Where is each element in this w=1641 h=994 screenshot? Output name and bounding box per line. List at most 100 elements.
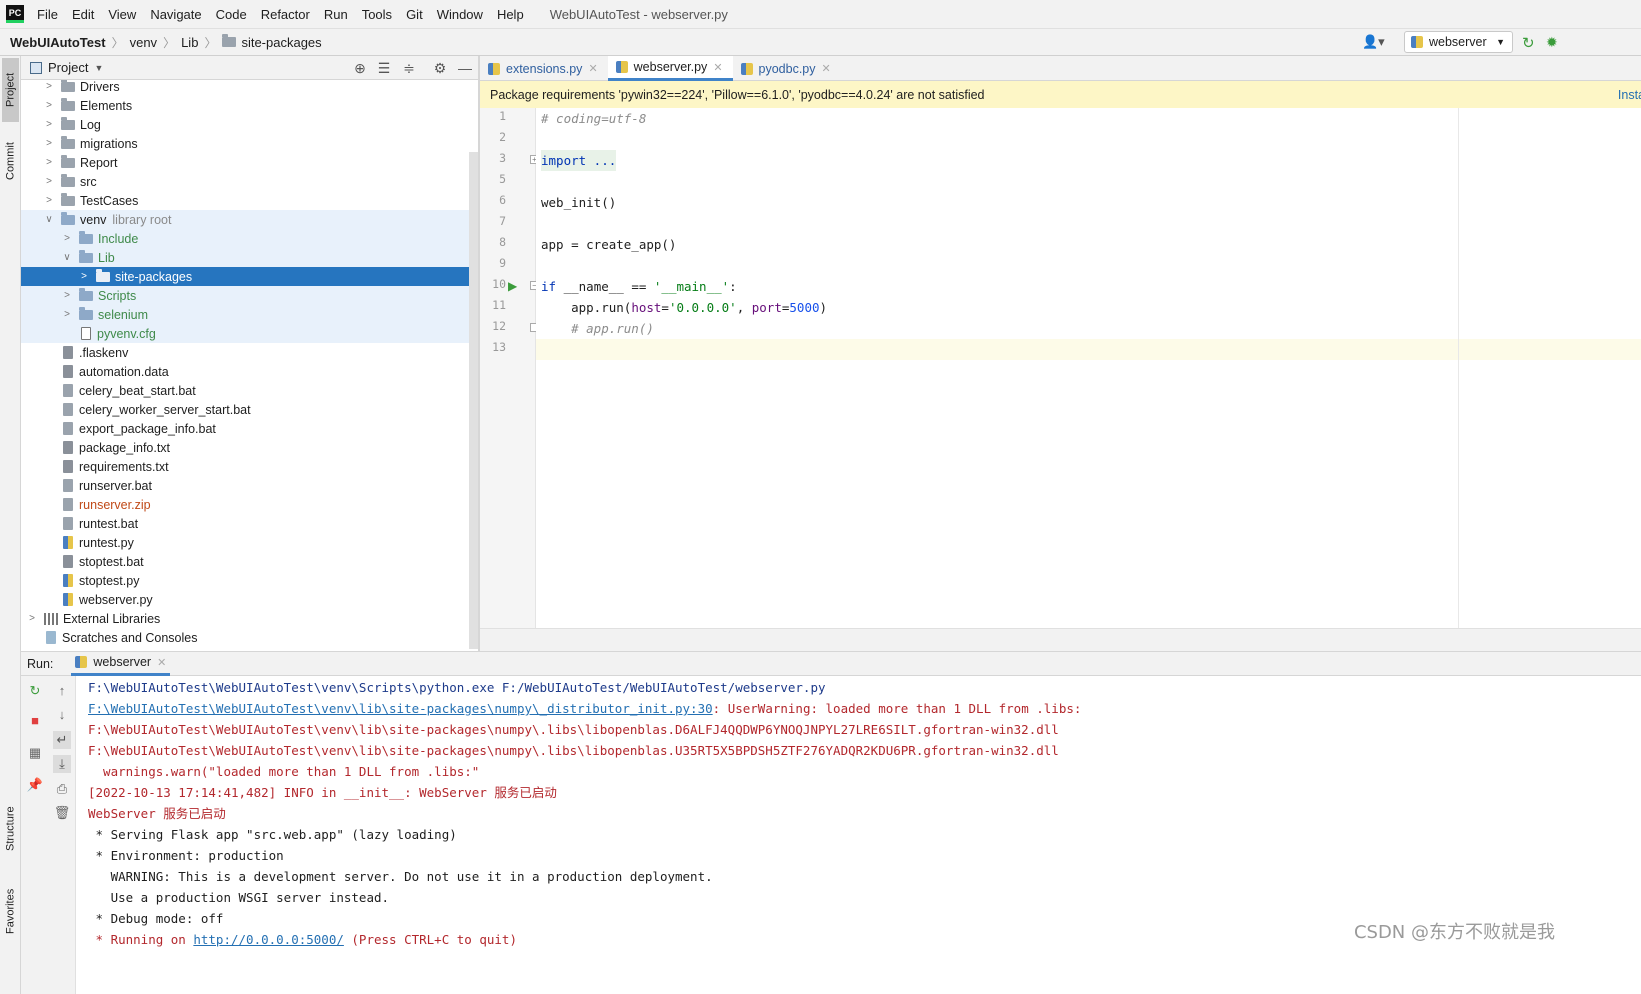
project-tool-tab[interactable]: Project	[2, 58, 19, 122]
tree-node-celery-worker[interactable]: celery_worker_server_start.bat	[21, 400, 469, 419]
tree-node-scratches[interactable]: Scratches and Consoles	[21, 628, 469, 647]
print-icon[interactable]: ⎙	[53, 780, 71, 798]
breadcrumb-venv[interactable]: venv	[130, 35, 157, 50]
trash-icon[interactable]: 🗑	[53, 804, 71, 822]
project-panel-title[interactable]: Project	[48, 60, 88, 75]
tree-node-export-package[interactable]: export_package_info.bat	[21, 419, 469, 438]
tree-node-flaskenv[interactable]: .flaskenv	[21, 343, 469, 362]
menu-git[interactable]: Git	[406, 7, 423, 22]
chevron-right-icon[interactable]: >	[78, 271, 90, 282]
menu-run[interactable]: Run	[324, 7, 348, 22]
menu-tools[interactable]: Tools	[362, 7, 392, 22]
tree-node-requirements[interactable]: requirements.txt	[21, 457, 469, 476]
tree-node-runserver-bat[interactable]: runserver.bat	[21, 476, 469, 495]
user-dropdown-icon[interactable]: 👤▾	[1362, 34, 1388, 52]
tree-node-elements[interactable]: > Elements	[21, 96, 469, 115]
tree-node-package-info[interactable]: package_info.txt	[21, 438, 469, 457]
breadcrumb-project[interactable]: WebUIAutoTest	[10, 35, 106, 50]
chevron-right-icon[interactable]: >	[43, 176, 55, 187]
favorites-tool-tab[interactable]: Favorites	[2, 876, 19, 946]
tab-webserver-py[interactable]: webserver.py ✕	[607, 56, 733, 81]
tree-node-runtest-bat[interactable]: runtest.bat	[21, 514, 469, 533]
commit-tool-tab[interactable]: Commit	[2, 130, 19, 192]
tree-node-pyvenv-cfg[interactable]: pyvenv.cfg	[21, 324, 469, 343]
collapse-all-icon[interactable]: ≑	[401, 60, 417, 76]
chevron-down-icon[interactable]: ∨	[61, 252, 73, 263]
chevron-right-icon[interactable]: >	[61, 309, 73, 320]
gear-icon[interactable]: ⚙	[432, 60, 448, 76]
chevron-right-icon[interactable]: >	[43, 157, 55, 168]
tree-node-report[interactable]: > Report	[21, 153, 469, 172]
structure-tool-tab[interactable]: Structure	[2, 794, 19, 864]
menu-file[interactable]: File	[37, 7, 58, 22]
rerun-icon[interactable]: ↻	[1522, 34, 1540, 52]
server-url-link[interactable]: http://0.0.0.0:5000/	[193, 932, 344, 947]
tree-node-runserver-zip[interactable]: runserver.zip	[21, 495, 469, 514]
tree-node-log[interactable]: > Log	[21, 115, 469, 134]
tree-node-webserver-py[interactable]: webserver.py	[21, 590, 469, 609]
close-icon[interactable]: ✕	[822, 62, 831, 75]
menu-edit[interactable]: Edit	[72, 7, 94, 22]
console-file-link[interactable]: F:\WebUIAutoTest\WebUIAutoTest\venv\lib\…	[88, 701, 713, 716]
tree-node-testcases[interactable]: > TestCases	[21, 191, 469, 210]
tree-node-venv[interactable]: ∨ venv library root	[21, 210, 469, 229]
expand-all-icon[interactable]: ☰	[376, 60, 392, 76]
tree-node-migrations[interactable]: > migrations	[21, 134, 469, 153]
tab-pyodbc-py[interactable]: pyodbc.py ✕	[733, 56, 841, 81]
run-gutter-icon[interactable]: ▶	[508, 279, 517, 293]
folded-import[interactable]: import ...	[541, 150, 617, 171]
chevron-right-icon[interactable]: >	[43, 119, 55, 130]
tree-node-lib[interactable]: ∨ Lib	[21, 248, 469, 267]
pin-icon[interactable]: 📌	[26, 776, 44, 794]
tree-node-automation-data[interactable]: automation.data	[21, 362, 469, 381]
breadcrumb-lib[interactable]: Lib	[181, 35, 198, 50]
layout-icon[interactable]: ▦	[26, 744, 44, 762]
menu-help[interactable]: Help	[497, 7, 524, 22]
menu-navigate[interactable]: Navigate	[150, 7, 201, 22]
debug-bug-icon[interactable]: ✹	[1546, 34, 1564, 52]
chevron-down-icon[interactable]: ∨	[43, 214, 55, 225]
chevron-right-icon[interactable]: >	[61, 290, 73, 301]
arrow-down-icon[interactable]: ↓	[53, 706, 71, 724]
tree-node-stoptest-bat[interactable]: stoptest.bat	[21, 552, 469, 571]
tree-node-stoptest-py[interactable]: stoptest.py	[21, 571, 469, 590]
close-icon[interactable]: ✕	[713, 61, 722, 74]
chevron-right-icon[interactable]: >	[61, 233, 73, 244]
tree-node-drivers[interactable]: > Drivers	[21, 80, 469, 96]
close-icon[interactable]: ✕	[157, 656, 166, 669]
run-tab-webserver[interactable]: webserver ✕	[71, 651, 171, 676]
run-console[interactable]: F:\WebUIAutoTest\WebUIAutoTest\venv\Scri…	[76, 676, 1641, 994]
tree-node-site-packages[interactable]: > site-packages	[21, 267, 469, 286]
chevron-right-icon[interactable]: >	[43, 138, 55, 149]
tree-node-src[interactable]: > src	[21, 172, 469, 191]
chevron-right-icon[interactable]: >	[26, 613, 38, 624]
code-editor[interactable]: # coding=utf-8 import ... web_init() app…	[536, 108, 1641, 628]
tree-node-include[interactable]: > Include	[21, 229, 469, 248]
tree-node-scripts[interactable]: > Scripts	[21, 286, 469, 305]
tab-extensions-py[interactable]: extensions.py ✕	[480, 56, 608, 81]
tree-node-celery-beat[interactable]: celery_beat_start.bat	[21, 381, 469, 400]
editor-horizontal-scrollbar[interactable]	[480, 628, 1641, 651]
rerun-icon[interactable]: ↻	[26, 682, 44, 700]
menu-window[interactable]: Window	[437, 7, 483, 22]
menu-view[interactable]: View	[108, 7, 136, 22]
tree-node-runtest-py[interactable]: runtest.py	[21, 533, 469, 552]
scroll-to-end-icon[interactable]: ⤓	[53, 755, 71, 773]
install-requirements-link[interactable]: Insta	[1618, 88, 1641, 102]
chevron-right-icon[interactable]: >	[43, 81, 55, 92]
chevron-right-icon[interactable]: >	[43, 100, 55, 111]
breadcrumb-site-packages[interactable]: site-packages	[241, 35, 321, 50]
locate-file-icon[interactable]: ⊕	[352, 60, 368, 76]
project-tree-scrollbar[interactable]	[469, 152, 478, 649]
menu-refactor[interactable]: Refactor	[261, 7, 310, 22]
tree-node-external-libraries[interactable]: > External Libraries	[21, 609, 469, 628]
arrow-up-icon[interactable]: ↑	[53, 682, 71, 700]
chevron-down-icon[interactable]: ▼	[94, 63, 103, 73]
menu-code[interactable]: Code	[216, 7, 247, 22]
minimize-icon[interactable]: —	[457, 60, 473, 76]
close-icon[interactable]: ✕	[588, 62, 597, 75]
tree-node-selenium[interactable]: > selenium	[21, 305, 469, 324]
run-config-selector[interactable]: webserver ▼	[1404, 31, 1513, 53]
chevron-right-icon[interactable]: >	[43, 195, 55, 206]
soft-wrap-icon[interactable]: ↵	[53, 731, 71, 749]
